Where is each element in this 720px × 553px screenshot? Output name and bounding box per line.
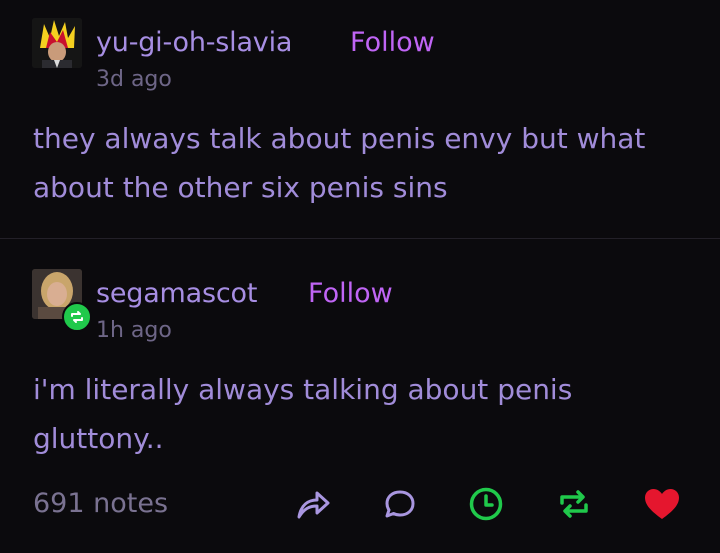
username[interactable]: yu-gi-oh-slavia [96, 27, 292, 58]
notes-count[interactable]: 691 notes [33, 488, 168, 519]
avatar[interactable] [32, 18, 82, 68]
post-text: they always talk about penis envy but wh… [33, 122, 646, 204]
timestamp[interactable]: 1h ago [96, 318, 172, 343]
username[interactable]: segamascot [96, 278, 257, 309]
reblog-icon [71, 311, 83, 323]
follow-button[interactable]: Follow [350, 27, 435, 58]
share-icon [297, 491, 330, 519]
reblog-badge [62, 302, 92, 332]
reblog-button[interactable] [554, 484, 594, 524]
heart-icon [645, 489, 679, 519]
clock-icon [469, 487, 503, 521]
follow-button[interactable]: Follow [308, 278, 393, 309]
post-later-button[interactable] [466, 484, 506, 524]
post-text: i'm literally always talking about penis… [33, 373, 573, 455]
reply-button[interactable] [380, 484, 420, 524]
reblog-icon [560, 490, 588, 518]
timestamp[interactable]: 3d ago [96, 67, 172, 92]
like-button[interactable] [642, 484, 682, 524]
reply-icon [385, 490, 415, 518]
share-button[interactable] [293, 484, 333, 524]
divider [0, 238, 720, 239]
